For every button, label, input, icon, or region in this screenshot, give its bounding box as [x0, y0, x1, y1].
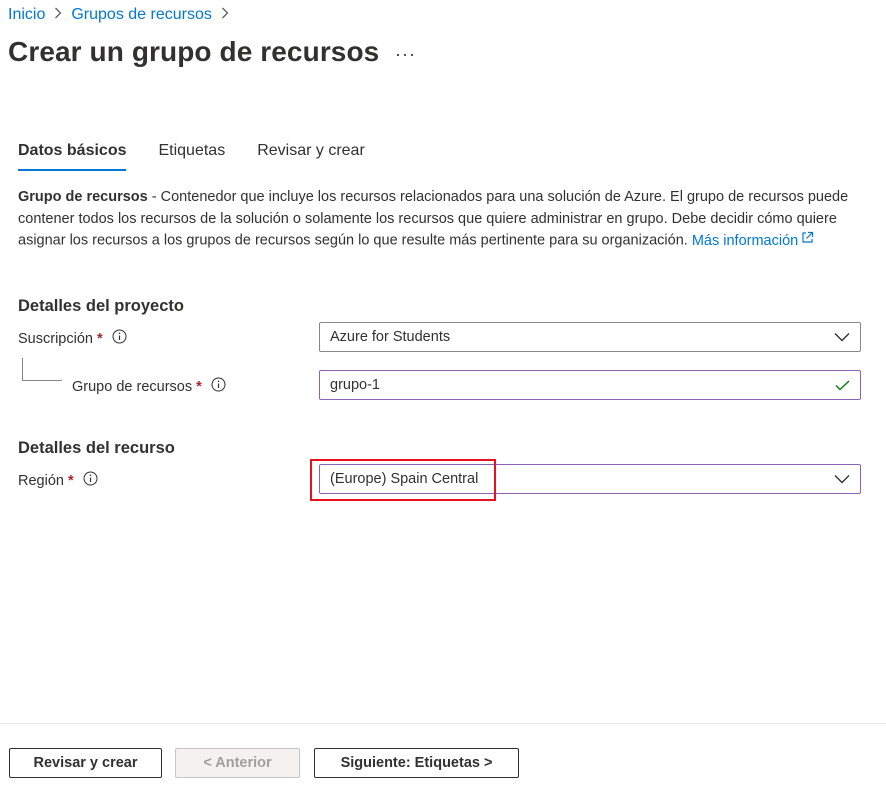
- subscription-label: Suscripción *: [18, 329, 127, 348]
- learn-more-label: Más información: [691, 232, 799, 249]
- info-icon[interactable]: [211, 377, 226, 396]
- subscription-value: Azure for Students: [330, 329, 451, 345]
- description-text: Grupo de recursos - Contenedor que inclu…: [18, 187, 868, 252]
- checkmark-icon: [835, 379, 850, 391]
- resource-group-label-text: Grupo de recursos: [72, 378, 193, 395]
- tab-review-create[interactable]: Revisar y crear: [257, 142, 365, 171]
- more-options-icon[interactable]: ···: [395, 44, 416, 65]
- chevron-down-icon: [834, 332, 850, 342]
- tab-bar: Datos básicos Etiquetas Revisar y crear: [18, 142, 397, 171]
- review-create-button[interactable]: Revisar y crear: [9, 748, 162, 778]
- external-link-icon: [801, 230, 814, 252]
- chevron-right-icon: [221, 6, 229, 24]
- learn-more-link[interactable]: Más información: [691, 230, 814, 252]
- next-tags-button[interactable]: Siguiente: Etiquetas >: [314, 748, 519, 778]
- required-indicator: *: [96, 330, 103, 347]
- tree-connector-horizontal: [22, 380, 62, 381]
- required-indicator: *: [67, 472, 74, 489]
- description-bold-term: Grupo de recursos: [18, 189, 148, 205]
- footer-divider: [0, 723, 886, 724]
- tab-tags[interactable]: Etiquetas: [158, 142, 225, 171]
- info-icon[interactable]: [83, 471, 98, 490]
- resource-group-label: Grupo de recursos *: [72, 377, 226, 396]
- breadcrumb-resource-groups-link[interactable]: Grupos de recursos: [71, 6, 212, 24]
- tree-connector-vertical: [22, 358, 23, 380]
- chevron-down-icon: [834, 474, 850, 484]
- resource-details-heading: Detalles del recurso: [18, 439, 175, 457]
- resource-group-input[interactable]: grupo-1: [319, 370, 861, 400]
- subscription-label-text: Suscripción: [18, 330, 93, 347]
- project-details-heading: Detalles del proyecto: [18, 297, 184, 315]
- annotation-highlight-box: [310, 459, 496, 501]
- page-title: Crear un grupo de recursos: [8, 36, 380, 67]
- previous-button[interactable]: < Anterior: [175, 748, 300, 778]
- info-icon[interactable]: [112, 329, 127, 348]
- chevron-right-icon: [54, 6, 62, 24]
- subscription-dropdown[interactable]: Azure for Students: [319, 322, 861, 352]
- tab-basics[interactable]: Datos básicos: [18, 142, 127, 171]
- region-label: Región *: [18, 471, 98, 490]
- breadcrumb-home-link[interactable]: Inicio: [8, 6, 45, 24]
- region-label-text: Región: [18, 472, 64, 489]
- breadcrumb: Inicio Grupos de recursos: [8, 6, 238, 24]
- resource-group-value: grupo-1: [330, 377, 380, 393]
- required-indicator: *: [196, 378, 202, 395]
